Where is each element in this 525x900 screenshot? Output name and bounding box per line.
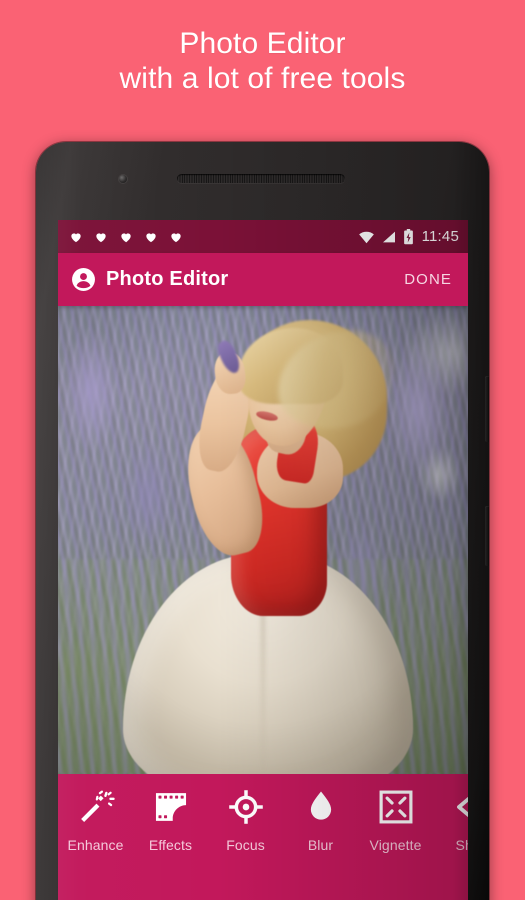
front-camera-icon [119,175,127,183]
tool-label: Focus [226,837,265,853]
tool-focus[interactable]: Focus [208,788,283,853]
promo-screenshot: Photo Editor with a lot of free tools 11… [0,0,525,900]
magic-wand-icon [80,790,115,823]
tool-enhance[interactable]: Enhance [58,788,133,853]
status-bar-system-icons: 11:45 [358,228,459,245]
volume-button[interactable] [485,506,489,566]
tool-label: Blur [307,837,334,853]
heart-icon [146,232,156,242]
heart-icon [71,232,81,242]
cellular-signal-icon [382,231,395,242]
phone-screen: 11:45 Photo Editor DONE Enhance Effects … [58,220,468,900]
promo-heading-line-1: Photo Editor [179,27,346,60]
tool-blur[interactable]: Blur [283,788,358,853]
heart-icon [96,232,106,242]
photo-subject [58,306,468,774]
tool-label: Enhance [67,837,124,853]
power-button[interactable] [485,376,489,442]
heart-icon [121,232,131,242]
app-bar: Photo Editor DONE [58,253,468,306]
water-drop-icon [310,791,331,820]
sharpen-chevron-icon [456,796,468,818]
phone-device-frame: 11:45 Photo Editor DONE Enhance Effects … [36,142,489,900]
done-button[interactable]: DONE [404,271,452,288]
frame-corners-icon [379,790,412,824]
tool-effects[interactable]: Effects [133,788,208,853]
tool-label: Shar [455,837,469,853]
tool-sharpen[interactable]: Shar [433,788,468,853]
app-bar-title: Photo Editor [106,268,229,290]
account-circle-icon[interactable] [71,267,96,292]
status-bar: 11:45 [58,220,468,253]
status-bar-clock: 11:45 [421,228,459,245]
status-bar-notifications [69,230,358,244]
earpiece-speaker-icon [177,174,345,183]
film-strip-icon [155,793,186,821]
battery-charging-icon [403,228,413,244]
editing-toolbar[interactable]: Enhance Effects Focus Blur Vignette S [58,774,468,900]
tool-label: Effects [148,837,193,853]
tool-label: Vignette [369,837,422,853]
promo-heading: Photo Editor with a lot of free tools [0,26,525,97]
wifi-icon [358,231,374,243]
focus-target-icon [228,790,263,824]
heart-icon [171,232,181,242]
promo-heading-line-2: with a lot of free tools [119,62,406,96]
photo-canvas[interactable] [58,306,468,774]
tool-vignette[interactable]: Vignette [358,788,433,853]
